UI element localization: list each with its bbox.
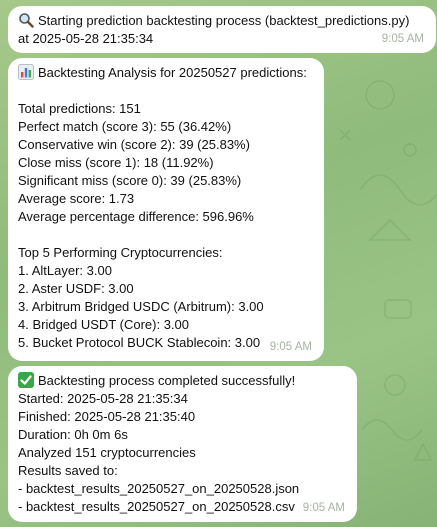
message-timestamp: 9:05 AM bbox=[302, 502, 345, 514]
message-line: Conservative win (score 2): 39 (25.83%) bbox=[18, 137, 250, 152]
message-line: Significant miss (score 0): 39 (25.83%) bbox=[18, 173, 242, 188]
message-line: Close miss (score 1): 18 (11.92%) bbox=[18, 155, 214, 170]
message-line: Backtesting Analysis for 20250527 predic… bbox=[18, 64, 314, 82]
check-mark-icon bbox=[18, 372, 34, 388]
message-text: Backtesting process completed successful… bbox=[38, 373, 296, 388]
message-timestamp: 9:05 AM bbox=[381, 33, 424, 45]
message-line: at 2025-05-28 21:35:34 bbox=[18, 31, 154, 46]
message-line bbox=[18, 226, 314, 244]
magnifier-icon bbox=[18, 12, 34, 28]
message-line: Results saved to: bbox=[18, 463, 118, 478]
message-timestamp: 9:05 AM bbox=[269, 341, 312, 353]
message-line: Started: 2025-05-28 21:35:34 bbox=[18, 391, 188, 406]
message-line: Average percentage difference: 596.96% bbox=[18, 209, 254, 224]
message-line: Starting prediction backtesting process … bbox=[18, 12, 426, 30]
message-text: Backtesting Analysis for 20250527 predic… bbox=[38, 65, 307, 80]
message-line: - backtest_results_20250527_on_20250528.… bbox=[18, 499, 295, 514]
message-line: 3. Arbitrum Bridged USDC (Arbitrum): 3.0… bbox=[18, 299, 264, 314]
message-line: Perfect match (score 3): 55 (36.42%) bbox=[18, 119, 232, 134]
chat-message[interactable]: Backtesting process completed successful… bbox=[8, 366, 357, 522]
message-line: 1. AltLayer: 3.00 bbox=[18, 263, 112, 278]
message-line: Average score: 1.73 bbox=[18, 191, 135, 206]
message-line: 2. Aster USDF: 3.00 bbox=[18, 281, 134, 296]
chat-message[interactable]: Backtesting Analysis for 20250527 predic… bbox=[8, 58, 324, 361]
message-line: Analyzed 151 cryptocurrencies bbox=[18, 445, 196, 460]
message-line: 4. Bridged USDT (Core): 3.00 bbox=[18, 317, 189, 332]
message-line: Duration: 0h 0m 6s bbox=[18, 427, 128, 442]
message-line: Backtesting process completed successful… bbox=[18, 372, 347, 390]
bar-chart-icon bbox=[18, 64, 34, 80]
message-line: Total predictions: 151 bbox=[18, 101, 141, 116]
message-text: Starting prediction backtesting process … bbox=[38, 13, 410, 28]
chat-message[interactable]: Starting prediction backtesting process … bbox=[8, 6, 436, 53]
message-line: - backtest_results_20250527_on_20250528.… bbox=[18, 481, 300, 496]
message-line bbox=[18, 82, 314, 100]
message-line: Finished: 2025-05-28 21:35:40 bbox=[18, 409, 196, 424]
message-line: Top 5 Performing Cryptocurrencies: bbox=[18, 245, 223, 260]
